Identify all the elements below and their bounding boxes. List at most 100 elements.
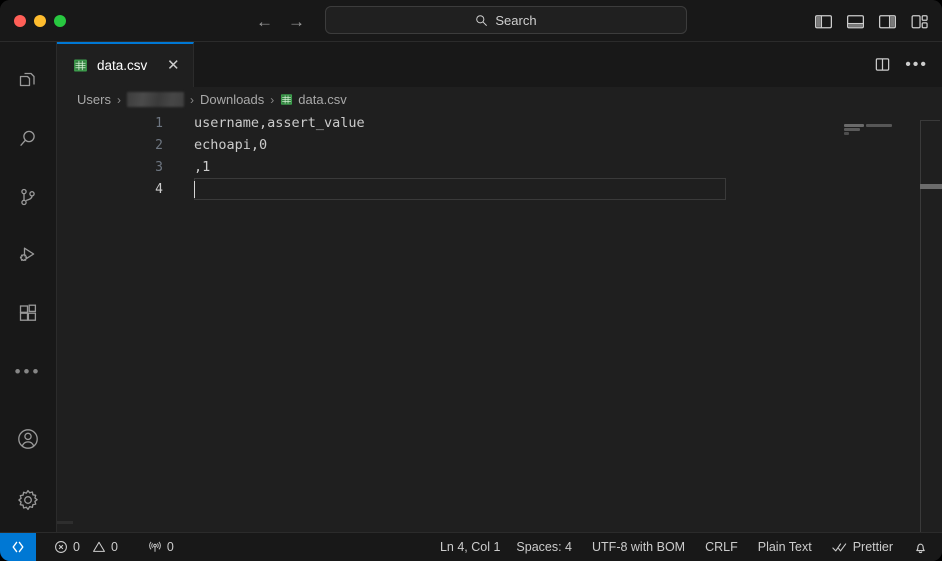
editor-line-active[interactable]: 4	[57, 178, 832, 200]
editor-line[interactable]: 2 echoapi,0	[57, 134, 832, 156]
status-editor-eol[interactable]: CRLF	[697, 533, 746, 561]
editor-line[interactable]: 1 username,assert_value	[57, 112, 832, 134]
breadcrumb-label: Downloads	[199, 92, 265, 107]
editor-scrollbar-column[interactable]	[916, 112, 942, 532]
search-icon	[476, 14, 488, 26]
prettier-label: Prettier	[852, 540, 893, 554]
ellipsis-icon: •••	[14, 361, 42, 381]
sidebar-item-manage[interactable]	[0, 468, 57, 532]
overview-ruler	[920, 120, 940, 532]
breadcrumb-label: data.csv	[298, 92, 347, 107]
breadcrumb-separator-icon: ›	[189, 92, 194, 107]
current-line-highlight	[194, 178, 726, 200]
tab-data-csv[interactable]: data.csv ✕	[57, 42, 195, 87]
minimap-line	[844, 124, 864, 127]
maximize-window-button[interactable]	[54, 14, 66, 27]
split-editor-right-button[interactable]	[874, 56, 891, 73]
gear-icon	[18, 489, 38, 511]
status-bar: 0 0 0 Ln 4, Col 1 Spaces: 4 UTF-8 with B…	[0, 532, 942, 561]
more-actions-button[interactable]: •••	[905, 56, 928, 73]
navigation-arrows: ← →	[256, 0, 305, 42]
remote-indicator[interactable]	[0, 532, 36, 561]
csv-file-icon	[74, 59, 87, 72]
activity-bar: •••	[0, 42, 57, 532]
breadcrumb-separator-icon: ›	[270, 92, 275, 107]
status-ports[interactable]: 0	[140, 533, 182, 561]
minimap-line	[844, 128, 860, 131]
minimize-window-button[interactable]	[34, 14, 46, 27]
layout-controls	[813, 0, 930, 42]
toggle-primary-sidebar-icon[interactable]	[813, 11, 834, 32]
files-icon	[19, 72, 35, 87]
breadcrumb-item-downloads[interactable]: Downloads	[200, 92, 264, 107]
text-cursor	[194, 181, 195, 198]
breadcrumb-item-data-csv[interactable]: data.csv	[280, 92, 347, 107]
breadcrumb: Users › › Downloads › data.csv	[57, 87, 942, 112]
sidebar-item-explorer[interactable]	[0, 52, 57, 110]
sidebar-item-run-and-debug[interactable]	[0, 226, 57, 284]
tab-close-icon[interactable]: ✕	[166, 58, 180, 73]
line-number: 4	[155, 181, 163, 197]
search-placeholder-label: Search	[495, 12, 537, 28]
csv-file-icon	[281, 94, 293, 105]
line-text: echoapi,0	[194, 137, 268, 153]
line-text: username,assert_value	[194, 115, 365, 131]
status-editor-position[interactable]: Ln 4, Col 1	[432, 533, 508, 561]
editor-group: data.csv ✕ ••• Users › › Downloads › dat…	[57, 42, 942, 532]
status-editor-indentation[interactable]: Spaces: 4	[508, 533, 580, 561]
tab-bar-empty-space	[194, 42, 869, 87]
tab-label: data.csv	[97, 58, 148, 73]
tab-bar: data.csv ✕ •••	[57, 42, 942, 87]
error-icon	[54, 540, 68, 554]
status-bar-right: Spaces: 4 UTF-8 with BOM CRLF Plain Text…	[508, 533, 942, 561]
sidebar-item-search[interactable]	[0, 110, 57, 168]
toggle-secondary-sidebar-icon[interactable]	[877, 11, 898, 32]
line-number: 3	[155, 159, 163, 175]
account-icon	[18, 429, 38, 449]
minimap-line	[866, 124, 892, 127]
editor-decoration	[57, 521, 73, 524]
run-debug-icon	[19, 247, 35, 261]
search-icon	[20, 130, 35, 146]
close-window-button[interactable]	[14, 14, 26, 27]
sidebar-item-accounts[interactable]	[0, 410, 57, 468]
remote-indicator-icon	[12, 541, 24, 553]
editor-area: 1 username,assert_value 2 echoapi,0 3 ,1…	[57, 112, 942, 532]
title-bar: ← → Search	[0, 0, 942, 42]
sidebar-item-additional-views[interactable]: •••	[0, 342, 57, 400]
breadcrumb-separator-icon: ›	[116, 92, 121, 107]
toggle-panel-icon[interactable]	[845, 11, 866, 32]
go-forward-icon[interactable]: →	[288, 13, 305, 30]
vertical-scrollbar-thumb[interactable]	[920, 184, 942, 189]
go-back-icon[interactable]: ←	[256, 13, 273, 30]
status-editor-language[interactable]: Plain Text	[750, 533, 820, 561]
line-text: ,1	[194, 159, 211, 175]
status-editor-encoding[interactable]: UTF-8 with BOM	[584, 533, 693, 561]
command-center-search[interactable]: Search	[325, 6, 687, 34]
warning-count: 0	[110, 540, 118, 554]
error-count: 0	[73, 540, 80, 554]
breadcrumb-item-users[interactable]: Users	[77, 92, 111, 107]
status-notifications[interactable]	[905, 533, 936, 561]
split-editor-icon	[875, 58, 890, 71]
breadcrumb-label: Users	[77, 92, 111, 107]
sidebar-item-source-control[interactable]	[0, 168, 57, 226]
status-problems-errors[interactable]: 0 0	[46, 533, 126, 561]
source-control-icon	[21, 188, 35, 206]
customize-layout-icon[interactable]	[909, 11, 930, 32]
minimap[interactable]	[832, 112, 916, 532]
workbench-body: ••• data.csv ✕ ••• Users › › Downloads ›…	[0, 42, 942, 532]
traffic-lights	[0, 14, 66, 27]
breadcrumb-item-redacted[interactable]	[126, 92, 184, 107]
status-prettier[interactable]: Prettier	[824, 533, 901, 561]
line-number: 1	[155, 115, 163, 131]
status-bar-left: 0 0 0	[36, 533, 182, 561]
code-pane[interactable]: 1 username,assert_value 2 echoapi,0 3 ,1…	[57, 112, 832, 532]
extensions-icon	[19, 304, 37, 321]
line-number: 2	[155, 137, 163, 153]
sidebar-item-extensions[interactable]	[0, 284, 57, 342]
radio-tower-icon	[148, 540, 162, 554]
editor-line[interactable]: 3 ,1	[57, 156, 832, 178]
vscode-window: ← → Search ••• data.csv ✕ ••• Users › › …	[0, 0, 942, 561]
ports-count: 0	[166, 540, 174, 554]
